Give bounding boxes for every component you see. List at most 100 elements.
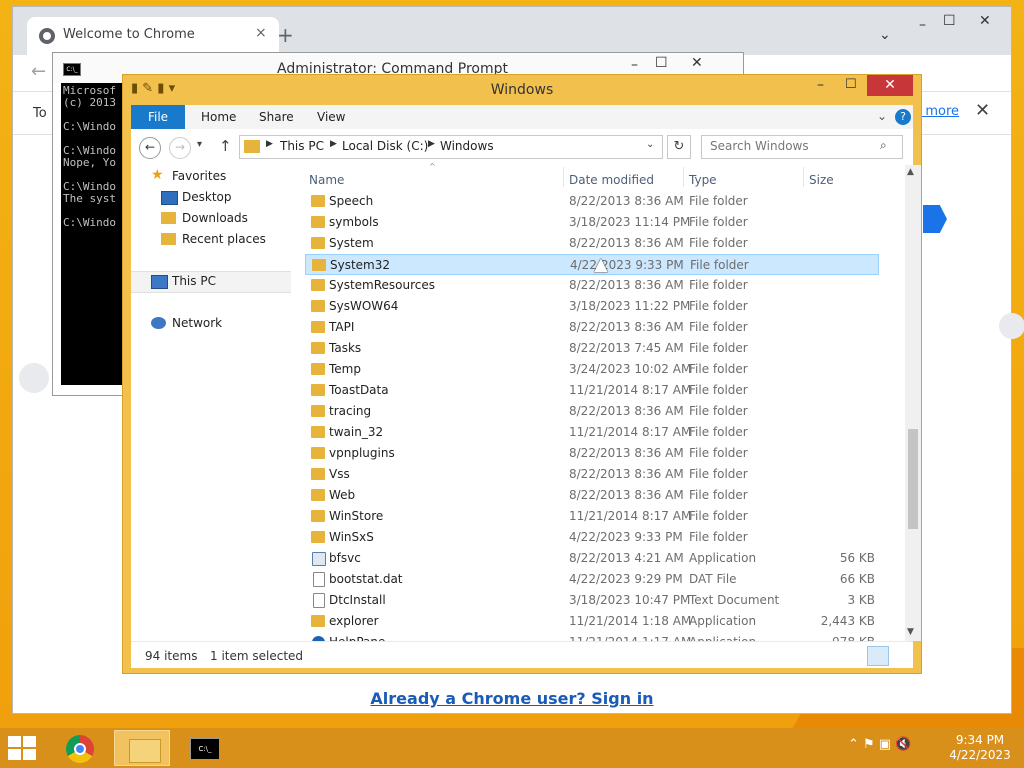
system-tray-icons[interactable]: ⌃ ⚑ ▣ 🔇	[848, 737, 911, 752]
star-icon: ★	[151, 167, 164, 183]
cmd-close-button[interactable]: ✕	[691, 55, 703, 71]
explorer-close-button[interactable]: ✕	[867, 75, 913, 96]
scroll-down-arrow-icon[interactable]: ▼	[907, 627, 914, 637]
vertical-scrollbar[interactable]: ▲ ▼	[905, 165, 921, 641]
nav-recent-places[interactable]: Recent places	[131, 230, 291, 250]
folder-icon	[312, 259, 326, 271]
column-divider[interactable]	[683, 167, 684, 187]
file-row[interactable]: System32 4/22/2023 9:33 PM File folder	[305, 254, 879, 275]
new-tab-button[interactable]: +	[277, 23, 294, 47]
column-header-name[interactable]: Name	[309, 173, 344, 187]
file-row[interactable]: Web 8/22/2013 8:36 AM File folder	[305, 485, 879, 506]
breadcrumb-separator[interactable]: ▶	[266, 139, 273, 149]
taskbar-cmd-button[interactable]: C:\_	[176, 730, 232, 766]
details-view-icon[interactable]	[867, 646, 889, 666]
chrome-maximize-button[interactable]: ☐	[943, 13, 956, 29]
address-dropdown-icon[interactable]: ⌄	[646, 139, 654, 150]
chrome-tab-welcome[interactable]: Welcome to Chrome ×	[27, 17, 279, 55]
forward-button[interactable]: →	[169, 137, 191, 159]
help-icon[interactable]: ?	[895, 109, 911, 125]
breadcrumb-separator[interactable]: ▶	[330, 139, 337, 149]
search-icon[interactable]: ⌕	[880, 138, 887, 153]
chrome-icon	[66, 735, 94, 763]
file-row[interactable]: WinStore 11/21/2014 8:17 AM File folder	[305, 506, 879, 527]
recent-locations-dropdown[interactable]: ▾	[197, 139, 202, 150]
nav-recent-places-label: Recent places	[182, 232, 266, 246]
back-button[interactable]: ←	[139, 137, 161, 159]
explorer-minimize-button[interactable]: –	[817, 77, 824, 93]
up-level-button[interactable]: ↑	[219, 137, 232, 155]
taskbar-chrome-button[interactable]	[52, 730, 108, 766]
ribbon-tab-file[interactable]: File	[131, 105, 185, 129]
file-row[interactable]: Tasks 8/22/2013 7:45 AM File folder	[305, 338, 879, 359]
chrome-tab-close-icon[interactable]: ×	[255, 25, 267, 41]
column-header-size[interactable]: Size	[809, 173, 834, 187]
nav-this-pc[interactable]: This PC	[131, 271, 291, 293]
file-row[interactable]: Speech 8/22/2013 8:36 AM File folder	[305, 191, 879, 212]
large-icons-view-icon[interactable]	[891, 646, 911, 664]
file-row[interactable]: explorer 11/21/2014 1:18 AM Application 2,4…	[305, 611, 879, 632]
file-date: 4/22/2023 9:33 PM	[569, 530, 683, 544]
file-icon	[313, 593, 325, 608]
file-date: 8/22/2013 8:36 AM	[569, 278, 684, 292]
column-header-type[interactable]: Type	[689, 173, 717, 187]
ribbon-tab-home[interactable]: Home	[201, 110, 236, 124]
file-row[interactable]: bfsvc 8/22/2013 4:21 AM Application 56 KB	[305, 548, 879, 569]
column-header-date[interactable]: Date modified	[569, 173, 654, 187]
column-divider[interactable]	[803, 167, 804, 187]
file-row[interactable]: Temp 3/24/2023 10:02 AM File folder	[305, 359, 879, 380]
file-row[interactable]: DtcInstall 3/18/2023 10:47 PM Text Documen…	[305, 590, 879, 611]
cmd-maximize-button[interactable]: ☐	[655, 55, 668, 71]
chrome-minimize-button[interactable]: –	[919, 17, 926, 33]
nav-network[interactable]: Network	[131, 314, 291, 334]
file-row[interactable]: symbols 3/18/2023 11:14 PM File folder	[305, 212, 879, 233]
breadcrumb-local-disk[interactable]: Local Disk (C:)	[342, 139, 428, 153]
infobar-close-icon[interactable]: ✕	[975, 100, 990, 121]
search-box[interactable]: Search Windows ⌕	[701, 135, 903, 159]
nav-downloads[interactable]: Downloads	[131, 209, 291, 229]
nav-desktop[interactable]: Desktop	[131, 188, 291, 208]
file-list: Name ^ Date modified Type Size Speech 8/2…	[305, 162, 905, 649]
ribbon-expand-icon[interactable]: ⌄	[877, 109, 887, 123]
file-row[interactable]: ToastData 11/21/2014 8:17 AM File folder	[305, 380, 879, 401]
nav-network-label: Network	[172, 316, 223, 330]
file-row[interactable]: SystemResources 8/22/2013 8:36 AM File fol…	[305, 275, 879, 296]
breadcrumb-windows[interactable]: Windows	[440, 139, 494, 153]
chrome-close-button[interactable]: ✕	[979, 13, 991, 29]
ribbon-tab-share[interactable]: Share	[259, 110, 294, 124]
file-date: 3/18/2023 11:22 PM	[569, 299, 691, 313]
file-row[interactable]: tracing 8/22/2013 8:36 AM File folder	[305, 401, 879, 422]
file-row[interactable]: TAPI 8/22/2013 8:36 AM File folder	[305, 317, 879, 338]
infobar-text: To	[33, 106, 47, 121]
taskbar-clock[interactable]: 9:34 PM 4/22/2023	[942, 733, 1018, 763]
file-row[interactable]: bootstat.dat 4/22/2023 9:29 PM DAT File 66 …	[305, 569, 879, 590]
refresh-button[interactable]: ↻	[667, 135, 691, 159]
back-arrow-icon[interactable]: ←	[31, 61, 46, 82]
cmd-console[interactable]: Microsof (c) 2013 C:\Windo C:\Windo Nope…	[61, 83, 123, 385]
column-divider[interactable]	[563, 167, 564, 187]
file-row[interactable]: WinSxS 4/22/2023 9:33 PM File folder	[305, 527, 879, 548]
ribbon-tab-view[interactable]: View	[317, 110, 345, 124]
file-row[interactable]: twain_32 11/21/2014 8:17 AM File folder	[305, 422, 879, 443]
chrome-tab-search-icon[interactable]: ⌄	[879, 27, 891, 43]
file-date: 8/22/2013 8:36 AM	[569, 488, 684, 502]
explorer-title-bar[interactable]: ▮ ✎ ▮ ▾ Windows – ☐ ✕	[123, 75, 921, 105]
file-row[interactable]: Vss 8/22/2013 8:36 AM File folder	[305, 464, 879, 485]
breadcrumb-separator[interactable]: ▶	[428, 139, 435, 149]
breadcrumb-this-pc[interactable]: This PC	[280, 139, 324, 153]
address-bar[interactable]: ▶ This PC ▶ Local Disk (C:) ▶ Windows ⌄	[239, 135, 663, 159]
taskbar-explorer-button[interactable]	[114, 730, 170, 766]
windows-start-icon[interactable]	[8, 736, 38, 762]
scrollbar-thumb[interactable]	[908, 429, 918, 529]
cmd-console-text: Microsof (c) 2013 C:\Windo C:\Windo Nope…	[63, 84, 116, 229]
file-row[interactable]: System 8/22/2013 8:36 AM File folder	[305, 233, 879, 254]
nav-favorites[interactable]: ★ Favorites	[131, 167, 291, 187]
folder-icon	[311, 342, 325, 354]
file-row[interactable]: SysWOW64 3/18/2023 11:22 PM File folder	[305, 296, 879, 317]
sign-in-link[interactable]: Already a Chrome user? Sign in	[13, 689, 1011, 708]
scroll-up-arrow-icon[interactable]: ▲	[907, 167, 914, 177]
cmd-minimize-button[interactable]: –	[631, 57, 638, 73]
explorer-maximize-button[interactable]: ☐	[845, 77, 857, 92]
file-row[interactable]: vpnplugins 8/22/2013 8:36 AM File folder	[305, 443, 879, 464]
next-arrow-icon[interactable]	[923, 205, 947, 233]
